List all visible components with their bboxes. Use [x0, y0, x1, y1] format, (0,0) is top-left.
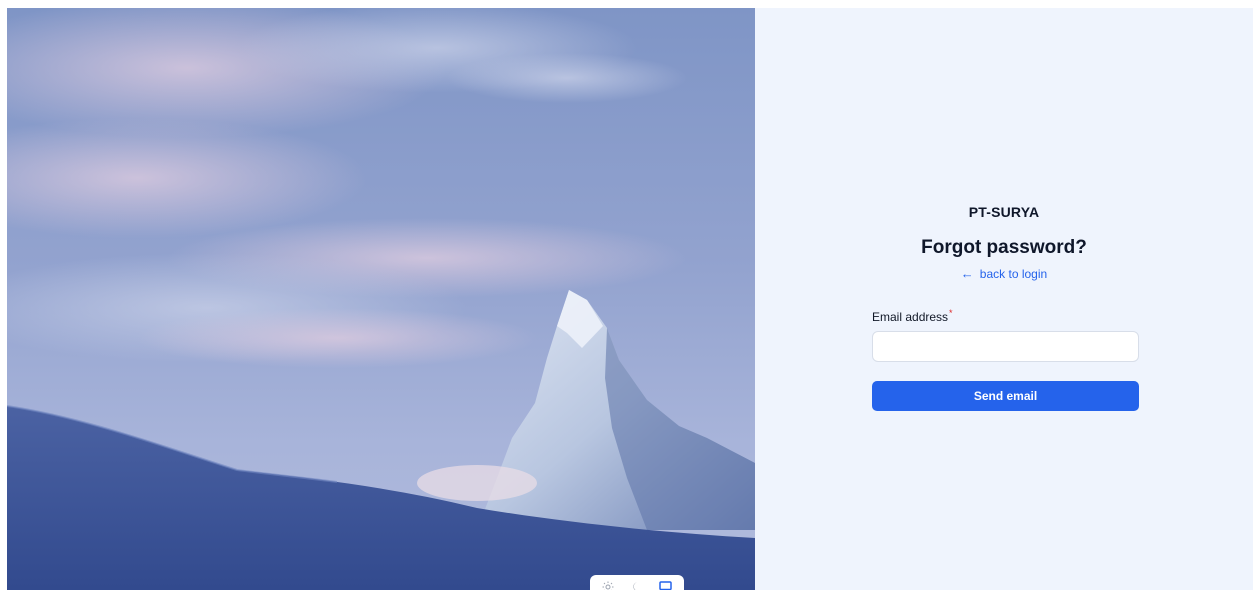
back-to-login-link[interactable]: ← back to login — [755, 266, 1253, 281]
forgot-password-page: PT-SURYA Forgot password? ← back to login… — [0, 0, 1253, 590]
dark-mode-button[interactable] — [626, 577, 648, 590]
hero-mountain-image — [7, 8, 755, 590]
light-mode-button[interactable] — [597, 577, 619, 590]
email-label-text: Email address — [872, 310, 949, 324]
required-marker: * — [949, 308, 953, 318]
send-email-button[interactable]: Send email — [872, 381, 1139, 411]
email-label: Email address* — [872, 308, 953, 324]
arrow-left-icon: ← — [960, 266, 974, 281]
brand-name: PT-SURYA — [968, 204, 1040, 220]
page-title: Forgot password? — [921, 237, 1087, 258]
theme-switcher — [590, 575, 684, 590]
moon-icon — [631, 581, 643, 590]
form-panel: PT-SURYA Forgot password? ← back to login… — [755, 8, 1253, 590]
sun-icon — [602, 581, 614, 590]
back-to-login-label: back to login — [979, 267, 1048, 281]
system-mode-button[interactable] — [655, 577, 677, 590]
monitor-icon — [659, 580, 672, 590]
email-field[interactable] — [872, 331, 1139, 362]
